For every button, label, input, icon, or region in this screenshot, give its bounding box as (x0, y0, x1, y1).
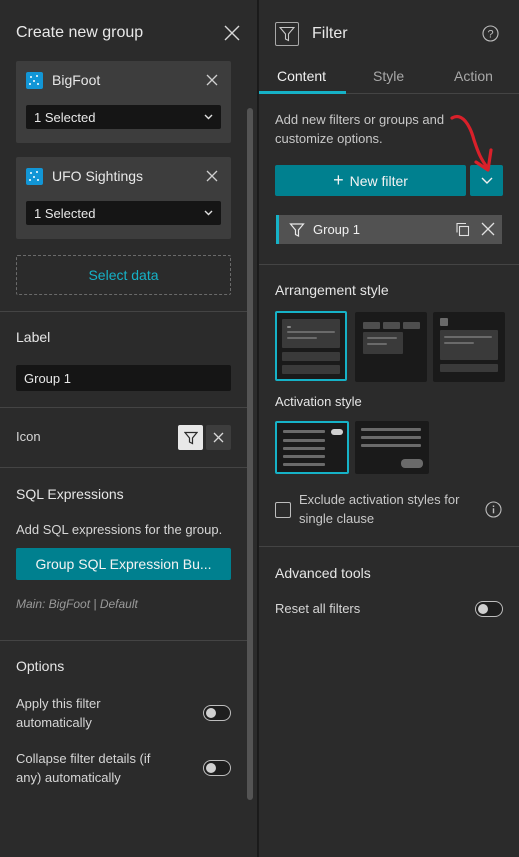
sql-main-source: Main: BigFoot | Default (16, 597, 138, 611)
select-data-button[interactable]: Select data (16, 255, 231, 295)
apply-automatically-toggle[interactable] (203, 705, 231, 721)
options-section-title: Options (16, 658, 65, 674)
new-filter-button[interactable]: + New filter (275, 165, 466, 196)
chevron-down-icon (204, 114, 213, 120)
reset-all-filters-toggle[interactable] (475, 601, 503, 617)
delete-icon[interactable] (481, 222, 495, 236)
arrangement-style-title: Arrangement style (275, 282, 389, 298)
divider (259, 264, 519, 265)
clear-icon-button[interactable] (206, 425, 231, 450)
filter-icon (275, 22, 299, 46)
exclude-activation-checkbox[interactable] (275, 502, 291, 518)
panel-title: Create new group (16, 24, 144, 41)
svg-text:?: ? (487, 29, 493, 41)
view-select[interactable]: 1 Selected (26, 201, 221, 225)
label-input[interactable]: Group 1 (16, 365, 231, 391)
sql-section-title: SQL Expressions (16, 486, 124, 502)
data-source-card: UFO Sightings 1 Selected (16, 157, 231, 239)
tab-content[interactable]: Content (277, 68, 326, 84)
new-filter-label: New filter (349, 172, 408, 189)
chevron-down-icon (481, 177, 492, 184)
data-source-name: UFO Sightings (52, 168, 144, 184)
divider (0, 467, 247, 468)
filter-settings-panel: Filter ? Content Style Action Add new fi… (259, 0, 519, 857)
divider (0, 311, 247, 312)
remove-icon[interactable] (206, 74, 218, 86)
data-source-name: BigFoot (52, 72, 101, 88)
divider (259, 546, 519, 547)
sql-description: Add SQL expressions for the group. (16, 522, 223, 537)
collapse-details-label: Collapse filter details (if any) automat… (16, 751, 151, 785)
group-label: Group 1 (313, 222, 360, 237)
close-icon[interactable] (224, 25, 240, 41)
sql-expression-builder-button[interactable]: Group SQL Expression Bu... (16, 548, 231, 580)
data-source-card: BigFoot 1 Selected (16, 61, 231, 143)
active-tab-indicator (259, 91, 346, 94)
duplicate-icon[interactable] (455, 222, 470, 237)
filter-icon (289, 222, 305, 237)
icon-section-title: Icon (16, 429, 41, 444)
arrangement-option-popper[interactable] (433, 312, 505, 382)
activation-option-toggle[interactable] (275, 421, 349, 474)
select-value: 1 Selected (34, 205, 96, 221)
select-value: 1 Selected (34, 109, 96, 125)
advanced-tools-title: Advanced tools (275, 565, 371, 581)
divider (0, 407, 247, 408)
exclude-activation-label: Exclude activation styles for single cla… (299, 492, 460, 526)
icon-picker-button[interactable] (178, 425, 203, 450)
chevron-down-icon (204, 210, 213, 216)
content-description: Add new filters or groups and customize … (275, 112, 445, 146)
tab-action[interactable]: Action (454, 68, 493, 84)
apply-automatically-label: Apply this filter automatically (16, 696, 101, 730)
plus-icon: + (333, 169, 344, 190)
panel-title: Filter (312, 25, 348, 42)
activation-option-button[interactable] (355, 421, 429, 474)
info-icon[interactable] (485, 501, 502, 518)
activation-style-title: Activation style (275, 394, 362, 409)
arrangement-option-bar[interactable] (355, 312, 427, 382)
divider (0, 640, 247, 641)
help-icon[interactable]: ? (482, 25, 499, 42)
collapse-details-toggle[interactable] (203, 760, 231, 776)
layer-icon (26, 168, 43, 185)
create-group-panel: Create new group BigFoot 1 Selected UFO … (0, 0, 258, 857)
arrangement-option-block[interactable] (275, 311, 347, 381)
label-section-title: Label (16, 329, 51, 345)
view-select[interactable]: 1 Selected (26, 105, 221, 129)
new-filter-dropdown-button[interactable] (470, 165, 503, 196)
remove-icon[interactable] (206, 170, 218, 182)
close-icon (213, 432, 224, 443)
reset-all-filters-label: Reset all filters (275, 601, 361, 616)
tab-style[interactable]: Style (373, 68, 404, 84)
filter-group-item[interactable]: Group 1 (276, 215, 502, 244)
scrollbar[interactable] (247, 108, 253, 800)
layer-icon (26, 72, 43, 89)
filter-icon (183, 431, 198, 444)
